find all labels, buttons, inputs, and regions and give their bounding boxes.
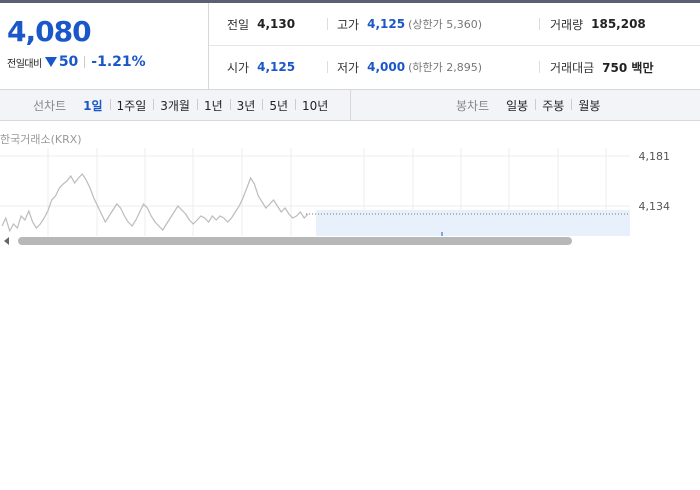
tab-weekly-candle[interactable]: 주봉 — [535, 97, 571, 114]
volume-cell: 거래량 185,208 — [550, 3, 646, 45]
open-label: 시가 — [227, 60, 250, 75]
prev-close-value: 4,130 — [257, 17, 296, 31]
tab-1day[interactable]: 1일 — [76, 97, 109, 114]
amount-label: 거래대금 — [550, 60, 595, 75]
prev-close-label: 전일 — [227, 17, 250, 32]
chart-scrollbar[interactable] — [0, 236, 700, 248]
change-value: 50 — [58, 54, 79, 70]
divider — [539, 18, 540, 30]
prev-close-cell: 전일 4,130 — [227, 3, 295, 45]
quote-details: 전일 4,130 고가 4,125 (상한가 5,360) 거래량 185,20… — [209, 3, 700, 89]
chart-period-tabs: 선차트 1일 1주일 3개월 1년 3년 5년 10년 봉차트 일봉 주봉 월봉 — [0, 89, 700, 121]
divider — [539, 61, 540, 73]
change-label: 전일대비 — [7, 58, 42, 70]
candle-chart-title: 봉차트 — [456, 98, 490, 113]
high-value: 4,125 — [367, 17, 406, 31]
volume-value: 185,208 — [591, 17, 646, 31]
amount-cell: 거래대금 750 백만 — [550, 46, 653, 88]
low-value: 4,000 — [367, 60, 406, 74]
tab-5years[interactable]: 5년 — [262, 97, 295, 114]
tab-daily-candle[interactable]: 일봉 — [499, 97, 535, 114]
open-cell: 시가 4,125 — [227, 46, 295, 88]
quote-panel: 4,080 전일대비 50 -1.21% 전일 4,130 고가 4,125 (… — [0, 3, 700, 90]
change-percent: -1.21% — [91, 54, 146, 70]
tab-3years[interactable]: 3년 — [229, 97, 263, 114]
scroll-left-icon[interactable] — [4, 237, 9, 245]
change-row: 전일대비 50 -1.21% — [7, 54, 146, 70]
price-box: 4,080 전일대비 50 -1.21% — [0, 3, 209, 89]
current-price: 4,080 — [7, 15, 92, 48]
change-separator — [84, 56, 86, 68]
tab-1week[interactable]: 1주일 — [109, 97, 154, 114]
tab-10years[interactable]: 10년 — [295, 97, 335, 114]
high-label: 고가 — [337, 17, 360, 32]
tab-monthly-candle[interactable]: 월봉 — [571, 97, 607, 114]
lower-limit: (하한가 2,895) — [408, 61, 482, 74]
intraday-chart: 4,181 4,134 — [0, 148, 671, 236]
data-source: 한국거래소(KRX) — [0, 133, 82, 146]
low-label: 저가 — [337, 60, 360, 75]
ytick-high: 4,181 — [639, 150, 671, 163]
tab-1year[interactable]: 1년 — [196, 97, 230, 114]
divider — [327, 61, 328, 73]
line-chart-tabs: 선차트 1일 1주일 3개월 1년 3년 5년 10년 — [33, 90, 335, 120]
tab-3months[interactable]: 3개월 — [153, 97, 197, 114]
scroll-thumb[interactable] — [18, 237, 572, 245]
low-cell: 저가 4,000 (하한가 2,895) — [337, 46, 482, 88]
open-value: 4,125 — [257, 60, 296, 74]
volume-label: 거래량 — [550, 17, 584, 32]
divider — [327, 18, 328, 30]
upper-limit: (상한가 5,360) — [408, 18, 482, 31]
amount-value: 750 백만 — [602, 60, 654, 75]
candle-chart-tabs: 봉차트 일봉 주봉 월봉 — [456, 90, 607, 120]
ytick-mid: 4,134 — [639, 200, 671, 213]
down-arrow-icon — [44, 57, 57, 67]
line-chart-title: 선차트 — [33, 98, 67, 113]
tab-group-divider — [350, 90, 351, 120]
high-cell: 고가 4,125 (상한가 5,360) — [337, 3, 482, 45]
